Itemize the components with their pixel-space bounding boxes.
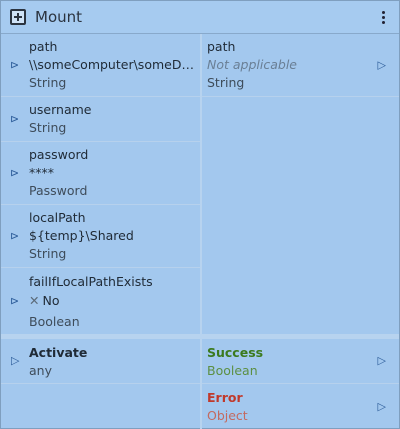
- flow-columns: ▷ Activate any Success Boolean ▷ Error O…: [1, 339, 399, 429]
- output-value: Not applicable: [207, 57, 297, 72]
- input-arrow-icon[interactable]: ⊳: [10, 114, 19, 125]
- input-value: \\someComputer\someDi...: [29, 57, 194, 72]
- input-value: ${temp}\Shared: [29, 228, 134, 243]
- input-row-password[interactable]: ⊳ password **** Password: [1, 142, 200, 205]
- output-arrow-icon[interactable]: ▷: [378, 60, 386, 71]
- input-name: password: [29, 147, 89, 162]
- trigger-arrow-icon[interactable]: ▷: [11, 352, 19, 370]
- trigger-empty: [1, 384, 200, 429]
- node-title: Mount: [35, 8, 83, 26]
- input-arrow-icon[interactable]: ⊳: [10, 231, 19, 242]
- input-arrow-icon[interactable]: ⊳: [10, 60, 19, 71]
- result-row-success[interactable]: Success Boolean ▷: [202, 339, 399, 384]
- trigger-type: any: [29, 363, 52, 378]
- inputs-column: ⊳ path \\someComputer\someDi... String ⊳…: [1, 34, 202, 334]
- output-name: path: [207, 39, 236, 54]
- result-name: Success: [207, 345, 264, 360]
- boolean-value[interactable]: ✕ No: [29, 292, 194, 310]
- input-name: username: [29, 102, 92, 117]
- add-node-icon: [10, 9, 26, 25]
- output-type: String: [207, 75, 245, 90]
- result-arrow-icon[interactable]: ▷: [378, 352, 386, 370]
- node-header: Mount: [1, 1, 399, 34]
- trigger-row-activate[interactable]: ▷ Activate any: [1, 339, 200, 384]
- trigger-name: Activate: [29, 345, 88, 360]
- kebab-menu-icon[interactable]: [371, 3, 395, 31]
- close-icon: ✕: [29, 293, 40, 308]
- input-row-localpath[interactable]: ⊳ localPath ${temp}\Shared String: [1, 205, 200, 268]
- input-arrow-icon[interactable]: ⊳: [10, 168, 19, 179]
- result-arrow-icon[interactable]: ▷: [378, 398, 386, 416]
- input-type: String: [29, 120, 67, 135]
- result-name: Error: [207, 390, 243, 405]
- outputs-column: path Not applicable String ▷: [202, 34, 399, 334]
- io-columns: ⊳ path \\someComputer\someDi... String ⊳…: [1, 34, 399, 334]
- input-type: String: [29, 75, 67, 90]
- results-column: Success Boolean ▷ Error Object ▷: [202, 339, 399, 429]
- result-row-error[interactable]: Error Object ▷: [202, 384, 399, 429]
- input-value: No: [42, 293, 60, 308]
- input-type: String: [29, 246, 67, 261]
- trigger-column: ▷ Activate any: [1, 339, 202, 429]
- input-name: path: [29, 39, 58, 54]
- input-type: Password: [29, 183, 88, 198]
- input-arrow-icon[interactable]: ⊳: [10, 296, 19, 307]
- input-row-failiflocalpathexists[interactable]: ⊳ failIfLocalPathExists ✕ No Boolean: [1, 268, 200, 334]
- result-type: Object: [207, 408, 248, 423]
- result-type: Boolean: [207, 363, 258, 378]
- input-value: ****: [29, 165, 54, 180]
- input-name: localPath: [29, 210, 86, 225]
- input-name: failIfLocalPathExists: [29, 274, 153, 289]
- input-row-username[interactable]: ⊳ username String: [1, 97, 200, 142]
- input-type: Boolean: [29, 314, 80, 329]
- input-row-path[interactable]: ⊳ path \\someComputer\someDi... String: [1, 34, 200, 97]
- mount-node: Mount ⊳ path \\someComputer\someDi... St…: [0, 0, 400, 429]
- output-row-path[interactable]: path Not applicable String ▷: [202, 34, 399, 97]
